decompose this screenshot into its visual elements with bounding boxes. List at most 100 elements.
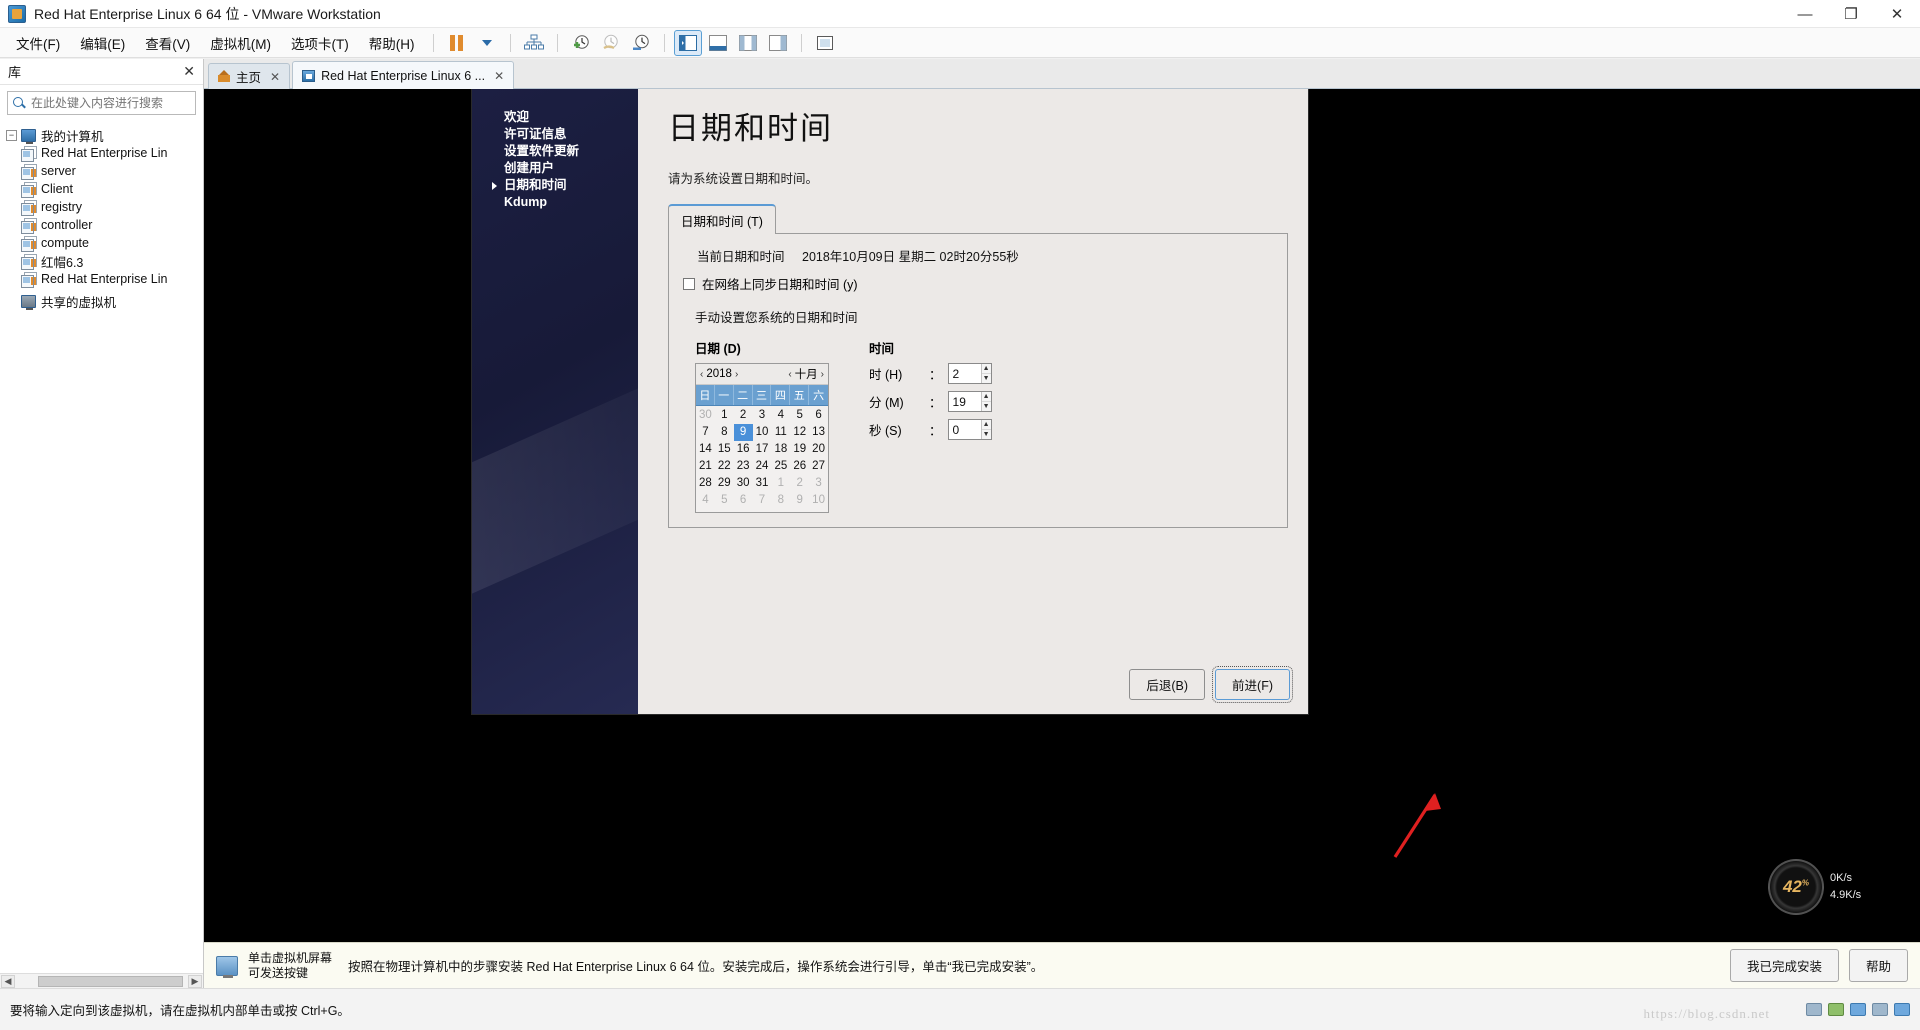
stepper-up-icon[interactable]: ▲ (982, 420, 991, 430)
tree-item-registry[interactable]: registry (0, 198, 203, 216)
calendar-day[interactable]: 25 (771, 458, 790, 475)
stepper-down-icon[interactable]: ▼ (982, 402, 991, 411)
calendar-day[interactable]: 30 (734, 475, 753, 492)
calendar-day[interactable]: 8 (715, 424, 734, 441)
tree-item-shared-vms[interactable]: 共享的虚拟机 (0, 292, 203, 310)
calendar-day[interactable]: 28 (696, 475, 715, 492)
printer-icon[interactable] (1894, 1003, 1910, 1016)
take-snapshot-button[interactable] (568, 31, 594, 55)
hour-input[interactable] (949, 364, 981, 383)
calendar-day[interactable]: 1 (771, 475, 790, 492)
calendar-day[interactable]: 15 (715, 441, 734, 458)
hour-spinner[interactable]: ▲ ▼ (948, 363, 992, 384)
step-date-time[interactable]: 日期和时间 (486, 177, 638, 194)
close-icon[interactable]: ✕ (494, 69, 504, 83)
sound-card-icon[interactable] (1872, 1003, 1888, 1016)
calendar-day[interactable]: 23 (734, 458, 753, 475)
step-license[interactable]: 许可证信息 (486, 126, 638, 143)
tree-item-server[interactable]: server (0, 162, 203, 180)
pause-button[interactable] (444, 31, 470, 55)
calendar-day-grid[interactable]: 30 1 2 3 4 5 6 7 8 (696, 406, 828, 512)
minute-stepper[interactable]: ▲ ▼ (981, 392, 991, 411)
tree-item-my-computer[interactable]: − 我的计算机 (0, 126, 203, 144)
close-button[interactable]: ✕ (1874, 0, 1920, 28)
tree-item-rhel-2[interactable]: Red Hat Enterprise Lin (0, 270, 203, 288)
calendar-day[interactable]: 27 (809, 458, 828, 475)
forward-button[interactable]: 前进(F) (1215, 669, 1290, 700)
calendar-day[interactable]: 7 (753, 492, 772, 509)
maximize-button[interactable]: ❐ (1828, 0, 1874, 28)
scroll-right-icon[interactable]: ▶ (188, 975, 202, 988)
calendar-day-selected[interactable]: 9 (734, 424, 753, 441)
menu-file[interactable]: 文件(F) (6, 29, 70, 57)
calendar-day[interactable]: 5 (790, 407, 809, 424)
tab-rhel-vm[interactable]: Red Hat Enterprise Linux 6 ... ✕ (292, 61, 514, 89)
ntp-sync-row[interactable]: 在网络上同步日期和时间 (y) (683, 274, 1273, 293)
tree-item-redhat63[interactable]: 红帽6.3 (0, 252, 203, 270)
tree-item-rhel-1[interactable]: Red Hat Enterprise Lin (0, 144, 203, 162)
calendar-day[interactable]: 29 (715, 475, 734, 492)
scrollbar-thumb[interactable] (38, 976, 183, 987)
menu-tabs[interactable]: 选项卡(T) (281, 29, 359, 57)
vm-screen[interactable]: 欢迎 许可证信息 设置软件更新 创建用户 日期和时间 Kdump 日期和时间 请… (204, 89, 1920, 988)
stepper-up-icon[interactable]: ▲ (982, 392, 991, 402)
calendar-day[interactable]: 10 (753, 424, 772, 441)
revert-snapshot-button[interactable] (598, 31, 624, 55)
second-spinner[interactable]: ▲ ▼ (948, 419, 992, 440)
step-software-updates[interactable]: 设置软件更新 (486, 143, 638, 160)
install-finished-button[interactable]: 我已完成安装 (1730, 949, 1839, 982)
second-input[interactable] (949, 420, 981, 439)
calendar-day[interactable]: 12 (790, 424, 809, 441)
library-close-icon[interactable]: ✕ (183, 63, 195, 80)
step-kdump[interactable]: Kdump (486, 194, 638, 211)
calendar-day[interactable]: 1 (715, 407, 734, 424)
calendar-day[interactable]: 3 (753, 407, 772, 424)
calendar-day[interactable]: 2 (734, 407, 753, 424)
expander-icon[interactable]: − (6, 130, 17, 141)
calendar-day[interactable]: 17 (753, 441, 772, 458)
calendar-day[interactable]: 4 (771, 407, 790, 424)
calendar-day[interactable]: 18 (771, 441, 790, 458)
calendar-day[interactable]: 10 (809, 492, 828, 509)
ntp-sync-checkbox[interactable] (683, 278, 695, 290)
calendar-day[interactable]: 8 (771, 492, 790, 509)
minimize-button[interactable]: — (1782, 0, 1828, 28)
network-adapter-icon[interactable] (1828, 1003, 1844, 1016)
search-input[interactable] (31, 96, 191, 110)
menu-view[interactable]: 查看(V) (135, 29, 200, 57)
tree-item-controller[interactable]: controller (0, 216, 203, 234)
calendar-day[interactable]: 6 (734, 492, 753, 509)
preview-pane-button[interactable] (765, 31, 791, 55)
calendar-day[interactable]: 7 (696, 424, 715, 441)
calendar-day[interactable]: 19 (790, 441, 809, 458)
calendar-day[interactable]: 21 (696, 458, 715, 475)
tab-date-and-time[interactable]: 日期和时间 (T) (668, 204, 776, 234)
snapshot-manager-button[interactable] (628, 31, 654, 55)
calendar-day[interactable]: 20 (809, 441, 828, 458)
library-horizontal-scrollbar[interactable]: ◀ ▶ (0, 973, 203, 988)
step-create-user[interactable]: 创建用户 (486, 160, 638, 177)
calendar-day[interactable]: 26 (790, 458, 809, 475)
calendar-day[interactable]: 9 (790, 492, 809, 509)
hour-stepper[interactable]: ▲ ▼ (981, 364, 991, 383)
calendar-day[interactable]: 4 (696, 492, 715, 509)
back-button[interactable]: 后退(B) (1129, 669, 1205, 700)
calendar-day[interactable]: 3 (809, 475, 828, 492)
stepper-down-icon[interactable]: ▼ (982, 374, 991, 383)
hard-disk-icon[interactable] (1806, 1003, 1822, 1016)
next-year-icon[interactable]: › (735, 369, 738, 380)
tree-item-client[interactable]: Client (0, 180, 203, 198)
calendar-widget[interactable]: ‹ 2018 › ‹ 十月 › (695, 363, 829, 513)
minute-input[interactable] (949, 392, 981, 411)
minute-spinner[interactable]: ▲ ▼ (948, 391, 992, 412)
console-view-button[interactable] (735, 31, 761, 55)
show-thumbnail-bar-button[interactable] (705, 31, 731, 55)
tab-home[interactable]: 主页 ✕ (208, 63, 290, 89)
calendar-day[interactable]: 22 (715, 458, 734, 475)
menu-help[interactable]: 帮助(H) (359, 29, 425, 57)
next-month-icon[interactable]: › (821, 369, 824, 380)
usb-device-icon[interactable] (1850, 1003, 1866, 1016)
help-button[interactable]: 帮助 (1849, 949, 1908, 982)
prev-month-icon[interactable]: ‹ (788, 369, 791, 380)
stepper-up-icon[interactable]: ▲ (982, 364, 991, 374)
